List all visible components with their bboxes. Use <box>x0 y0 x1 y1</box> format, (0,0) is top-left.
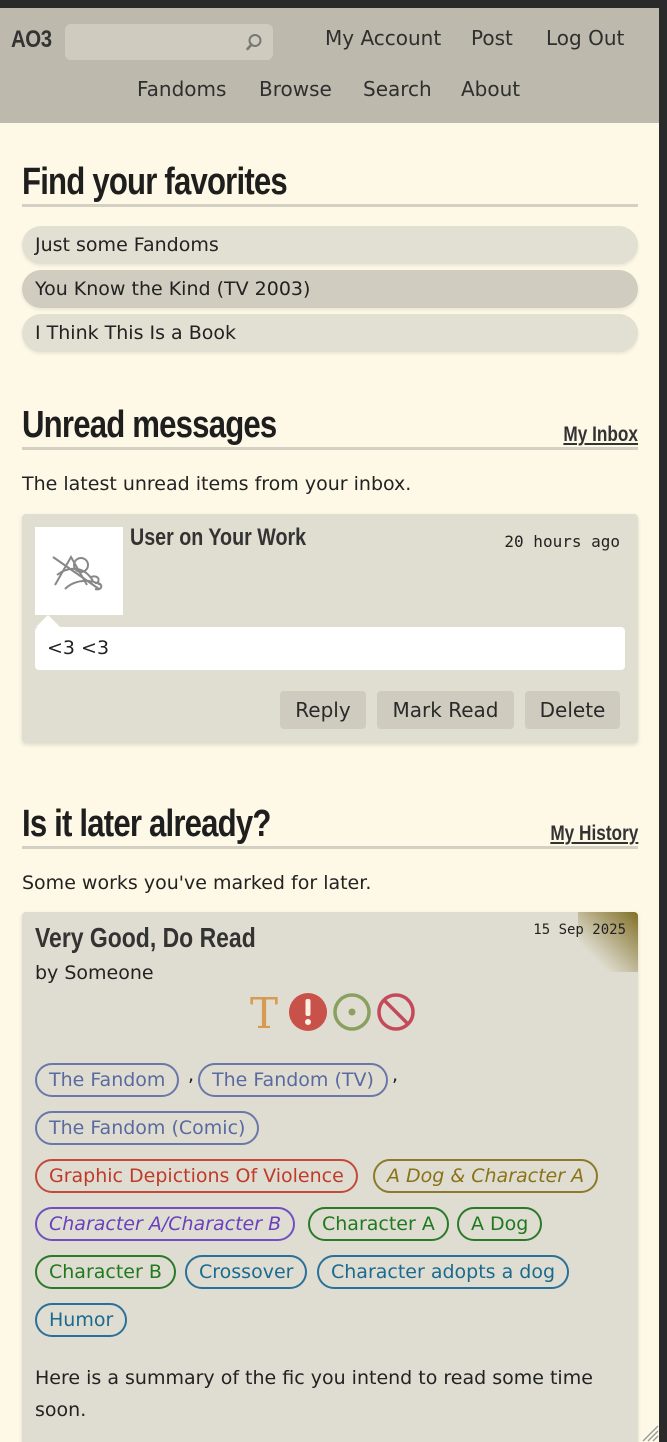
tag-separator: , <box>188 1064 195 1086</box>
page: AO3 My Account Post Log Out Fandoms Brow… <box>0 8 659 1442</box>
work-title[interactable]: Very Good, Do Read <box>35 922 256 954</box>
favorite-item[interactable]: I Think This Is a Book <box>22 314 638 352</box>
message-body: <3 <3 <box>35 627 625 670</box>
author-link[interactable]: Someone <box>64 962 153 984</box>
speech-tail <box>36 615 60 627</box>
relationship-tag[interactable]: A Dog & Character A <box>373 1159 599 1193</box>
my-account-link[interactable]: My Account <box>325 26 441 50</box>
site-header: AO3 My Account Post Log Out Fandoms Brow… <box>0 8 659 123</box>
message-item: User on Your Work 20 hours ago <3 <3 Rep… <box>22 514 638 743</box>
fandom-tag[interactable]: The Fandom <box>35 1063 180 1097</box>
warning-icon <box>289 993 327 1031</box>
required-tags: T <box>250 992 415 1034</box>
later-title: Is it later already? <box>22 803 271 845</box>
favorites-heading: Find your favorites <box>22 160 638 207</box>
nav-search[interactable]: Search <box>363 77 432 101</box>
nav-fandoms[interactable]: Fandoms <box>137 77 226 101</box>
freeform-tag[interactable]: Humor <box>35 1303 128 1337</box>
by-label: by <box>35 962 59 984</box>
complete-work-icon <box>333 993 371 1031</box>
freeform-tag[interactable]: Character adopts a dog <box>317 1255 570 1289</box>
fandom-tag[interactable]: The Fandom (Comic) <box>35 1111 260 1145</box>
marked-for-later-corner <box>578 912 638 972</box>
work-byline: by Someone <box>35 962 154 984</box>
my-inbox-link[interactable]: My Inbox <box>563 423 638 447</box>
tag-separator: , <box>392 1064 399 1086</box>
my-history-link[interactable]: My History <box>550 822 638 846</box>
messages-description: The latest unread items from your inbox. <box>22 473 412 495</box>
later-description: Some works you've marked for later. <box>22 872 372 894</box>
avatar[interactable] <box>35 527 123 615</box>
mark-read-button[interactable]: Mark Read <box>377 691 514 729</box>
favorite-item[interactable]: You Know the Kind (TV 2003) <box>22 270 638 308</box>
post-link[interactable]: Post <box>471 26 513 50</box>
relationship-tag[interactable]: Character A/Character B <box>35 1207 296 1241</box>
favorites-title: Find your favorites <box>22 161 288 203</box>
character-tag[interactable]: A Dog <box>457 1207 543 1241</box>
work-date: 15 Sep 2025 <box>533 922 626 938</box>
default-avatar-icon <box>52 554 103 591</box>
work-summary: Here is a summary of the fic you intend … <box>35 1367 593 1421</box>
later-heading: Is it later already? My History <box>22 802 638 849</box>
nav-browse[interactable]: Browse <box>259 77 332 101</box>
freeform-tag[interactable]: Crossover <box>185 1255 308 1289</box>
reply-button[interactable]: Reply <box>280 691 366 729</box>
messages-heading: Unread messages My Inbox <box>22 403 638 450</box>
work-blurb: Very Good, Do Read 15 Sep 2025 by Someon… <box>22 912 638 1442</box>
warning-tag[interactable]: Graphic Depictions Of Violence <box>35 1159 358 1193</box>
log-out-link[interactable]: Log Out <box>546 26 624 50</box>
message-title[interactable]: User on Your Work <box>130 524 306 552</box>
resize-handle-icon[interactable] <box>639 1422 659 1442</box>
messages-title: Unread messages <box>22 404 277 446</box>
delete-button[interactable]: Delete <box>525 691 620 729</box>
character-tag[interactable]: Character A <box>308 1207 449 1241</box>
fandom-tag[interactable]: The Fandom (TV) <box>198 1063 388 1097</box>
user-nav: My Account Post Log Out <box>0 26 659 56</box>
message-timestamp: 20 hours ago <box>504 532 620 551</box>
nav-about[interactable]: About <box>461 77 520 101</box>
no-category-icon <box>377 993 415 1031</box>
character-tag[interactable]: Character B <box>35 1255 176 1289</box>
primary-nav: Fandoms Browse Search About <box>0 77 659 107</box>
favorite-item[interactable]: Just some Fandoms <box>22 226 638 264</box>
rating-teen-icon: T <box>250 992 278 1034</box>
